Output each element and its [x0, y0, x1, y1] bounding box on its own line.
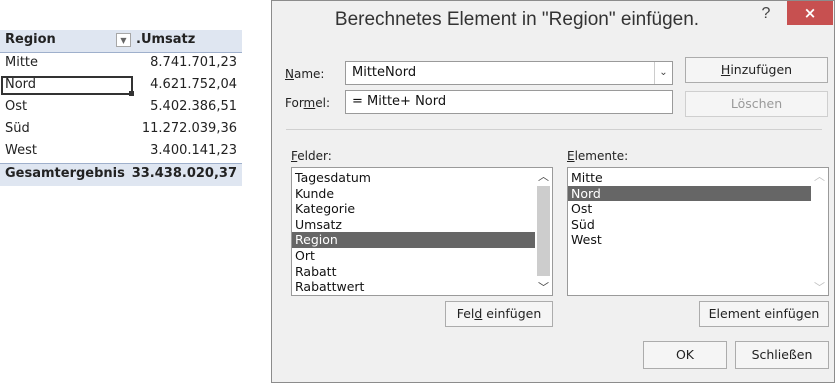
- element-list-item[interactable]: Nord: [568, 185, 828, 202]
- insert-element-button[interactable]: Element einfügen: [699, 301, 829, 327]
- field-list-item[interactable]: Rabatt: [292, 264, 552, 280]
- formula-input[interactable]: = Mitte+ Nord: [345, 90, 673, 114]
- pivot-row[interactable]: West 3.400.141,23: [0, 141, 242, 163]
- ok-button[interactable]: OK: [643, 341, 727, 369]
- sales-cell[interactable]: 5.402.386,51: [150, 99, 237, 114]
- pivot-row[interactable]: Nord 4.621.752,04: [0, 75, 242, 97]
- element-list-item[interactable]: Mitte: [568, 170, 828, 186]
- fields-list[interactable]: Tagesdatum Kunde Kategorie Umsatz Region Ort R…: [291, 167, 553, 296]
- sales-cell[interactable]: 11.272.039,36: [142, 121, 237, 136]
- region-cell[interactable]: Ost: [5, 99, 27, 114]
- field-list-item[interactable]: Region: [292, 232, 552, 248]
- chevron-down-icon[interactable]: ▼: [116, 33, 131, 47]
- formula-value: = Mitte+ Nord: [352, 94, 447, 109]
- pivot-table: Region ▼ .Umsatz Mitte 8.741.701,23 Nord 4.…: [0, 30, 242, 186]
- close-button[interactable]: Schließen: [735, 341, 829, 369]
- field-list-item[interactable]: Ort: [292, 248, 552, 264]
- field-list-item[interactable]: Rabattwert: [292, 279, 552, 295]
- field-list-item[interactable]: Kunde: [292, 186, 552, 202]
- dialog-titlebar[interactable]: Berechnetes Element in "Region" einfügen…: [272, 1, 834, 37]
- name-label: Name:: [285, 67, 325, 81]
- total-label: Gesamtergebnis: [5, 166, 125, 181]
- field-list-item[interactable]: Tagesdatum: [292, 170, 552, 186]
- region-cell[interactable]: West: [5, 143, 37, 158]
- fields-label: Felder:: [291, 149, 332, 163]
- elements-list[interactable]: Mitte Nord Ost Süd West ︿ ﹀: [567, 167, 829, 296]
- dialog-title: Berechnetes Element in "Region" einfügen…: [334, 9, 700, 30]
- sales-cell[interactable]: 4.621.752,04: [150, 77, 237, 92]
- fill-handle[interactable]: [129, 91, 134, 96]
- pivot-header-row: Region ▼ .Umsatz: [0, 30, 242, 53]
- elements-label: Elemente:: [567, 149, 629, 163]
- insert-field-button[interactable]: Feld einfügen: [445, 301, 553, 327]
- pivot-row[interactable]: Mitte 8.741.701,23: [0, 53, 242, 75]
- calculated-item-dialog: Berechnetes Element in "Region" einfügen…: [271, 0, 835, 383]
- chevron-up-icon[interactable]: ︿: [811, 168, 828, 184]
- field-list-item[interactable]: Kategorie: [292, 201, 552, 217]
- scroll-thumb[interactable]: [537, 186, 550, 276]
- pivot-row[interactable]: Ost 5.402.386,51: [0, 97, 242, 119]
- name-combobox[interactable]: MitteNord ⌄: [345, 61, 673, 85]
- sales-cell[interactable]: 3.400.141,23: [150, 143, 237, 158]
- value-label-header: .Umsatz: [136, 32, 196, 47]
- separator: [286, 129, 822, 130]
- region-cell[interactable]: Nord: [5, 77, 36, 92]
- pivot-total-row: Gesamtergebnis 33.438.020,37: [0, 163, 242, 186]
- row-label-header[interactable]: Region: [5, 32, 56, 47]
- chevron-down-icon[interactable]: ⌄: [654, 62, 672, 84]
- region-cell[interactable]: Mitte: [5, 55, 38, 70]
- field-list-item[interactable]: Umsatz: [292, 217, 552, 233]
- formula-label: Formel:: [285, 96, 331, 110]
- delete-button[interactable]: Löschen: [685, 91, 828, 117]
- help-button[interactable]: ?: [753, 2, 779, 26]
- region-cell[interactable]: Süd: [5, 121, 30, 136]
- fields-scrollbar[interactable]: ︿ ﹀: [535, 168, 552, 295]
- pivot-row[interactable]: Süd 11.272.039,36: [0, 119, 242, 141]
- chevron-down-icon[interactable]: ﹀: [811, 279, 828, 295]
- total-value: 33.438.020,37: [131, 166, 237, 181]
- element-list-item[interactable]: West: [568, 232, 828, 248]
- add-button[interactable]: Hinzufügen: [685, 57, 828, 83]
- sales-cell[interactable]: 8.741.701,23: [150, 55, 237, 70]
- element-list-item[interactable]: Süd: [568, 217, 828, 233]
- chevron-down-icon[interactable]: ﹀: [535, 279, 552, 295]
- chevron-up-icon[interactable]: ︿: [535, 168, 552, 184]
- element-list-item[interactable]: Ost: [568, 201, 828, 217]
- name-value: MitteNord: [352, 65, 417, 80]
- elements-scrollbar[interactable]: ︿ ﹀: [811, 168, 828, 295]
- close-icon[interactable]: ×: [787, 1, 833, 25]
